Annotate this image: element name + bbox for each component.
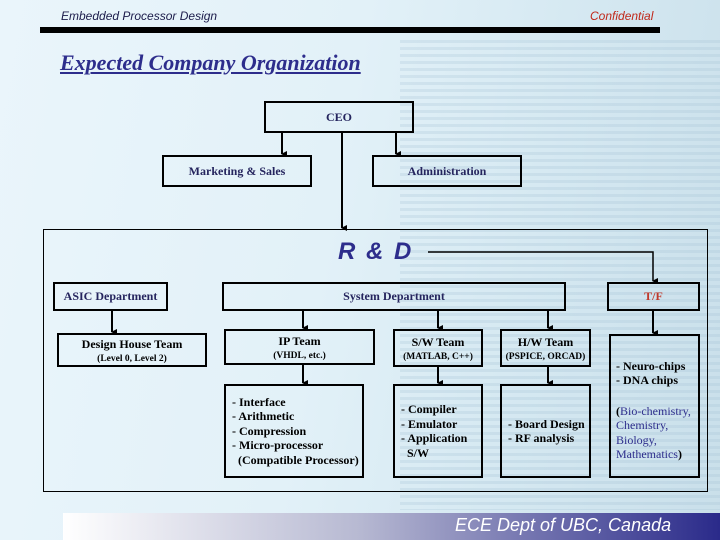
sw-team-list: - Compiler - Emulator - Application S/W bbox=[393, 384, 483, 478]
list-item: - Arithmetic bbox=[232, 409, 295, 424]
administration-box: Administration bbox=[372, 155, 522, 187]
hw-team-box: H/W Team (PSPICE, ORCAD) bbox=[500, 329, 591, 367]
ip-team-sub: (VHDL, etc.) bbox=[273, 350, 326, 361]
system-department-label: System Department bbox=[343, 289, 445, 303]
footer-text: ECE Dept of UBC, Canada bbox=[455, 515, 672, 535]
ip-team-label: IP Team bbox=[278, 333, 321, 348]
rnd-title: R & D bbox=[338, 238, 414, 265]
ip-team-box: IP Team (VHDL, etc.) bbox=[224, 329, 375, 365]
list-item: - Neuro-chips bbox=[616, 358, 686, 373]
design-house-team-label: Design House Team bbox=[81, 336, 183, 351]
tf-chips: - Neuro-chips - DNA chips bbox=[616, 359, 685, 388]
sw-team-label: S/W Team bbox=[411, 334, 465, 349]
ip-team-list: - Interface - Arithmetic - Compression -… bbox=[224, 384, 364, 478]
marketing-box: Marketing & Sales bbox=[162, 155, 312, 187]
design-house-team-box: Design House Team (Level 0, Level 2) bbox=[57, 333, 207, 367]
ceo-box: CEO bbox=[264, 101, 414, 133]
list-item: - Micro-processor bbox=[232, 438, 324, 453]
hw-team-label: H/W Team bbox=[517, 334, 574, 349]
field-item: Mathematics bbox=[616, 447, 678, 461]
sw-team-box: S/W Team (MATLAB, C++) bbox=[393, 329, 483, 367]
tf-list: - Neuro-chips - DNA chips (Bio-chemistry… bbox=[609, 334, 700, 478]
hw-team-sub: (PSPICE, ORCAD) bbox=[505, 351, 586, 362]
administration-label: Administration bbox=[407, 163, 487, 178]
list-item: - Application bbox=[401, 431, 468, 445]
list-item: S/W bbox=[401, 445, 430, 460]
list-item: - Emulator bbox=[401, 416, 458, 431]
list-item: - Compiler bbox=[401, 402, 457, 416]
field-item: Biology, bbox=[616, 432, 657, 447]
sw-team-sub: (MATLAB, C++) bbox=[403, 351, 473, 362]
ceo-label: CEO bbox=[325, 109, 352, 124]
tf-label: T/F bbox=[644, 289, 663, 303]
list-item: - DNA chips bbox=[616, 373, 679, 387]
field-item: Chemistry, bbox=[616, 418, 669, 432]
list-item: (Compatible Processor) bbox=[232, 452, 359, 467]
list-item: - Compression bbox=[232, 423, 307, 438]
asic-department-box: ASIC Department bbox=[53, 282, 168, 311]
list-item: - Interface bbox=[232, 394, 286, 409]
asic-department-label: ASIC Department bbox=[63, 289, 158, 303]
marketing-label: Marketing & Sales bbox=[188, 163, 286, 178]
field-item: Bio-chemistry, bbox=[620, 403, 691, 418]
paren-close: ) bbox=[677, 447, 682, 461]
tf-fields: (Bio-chemistry, Chemistry, Biology, Math… bbox=[616, 404, 691, 462]
system-department-box: System Department bbox=[222, 282, 566, 311]
list-item: - RF analysis bbox=[508, 431, 575, 445]
list-item: - Board Design bbox=[508, 416, 585, 431]
design-house-team-sub: (Level 0, Level 2) bbox=[97, 353, 167, 364]
tf-box: T/F bbox=[607, 282, 700, 311]
hw-team-list: - Board Design - RF analysis bbox=[500, 384, 591, 478]
